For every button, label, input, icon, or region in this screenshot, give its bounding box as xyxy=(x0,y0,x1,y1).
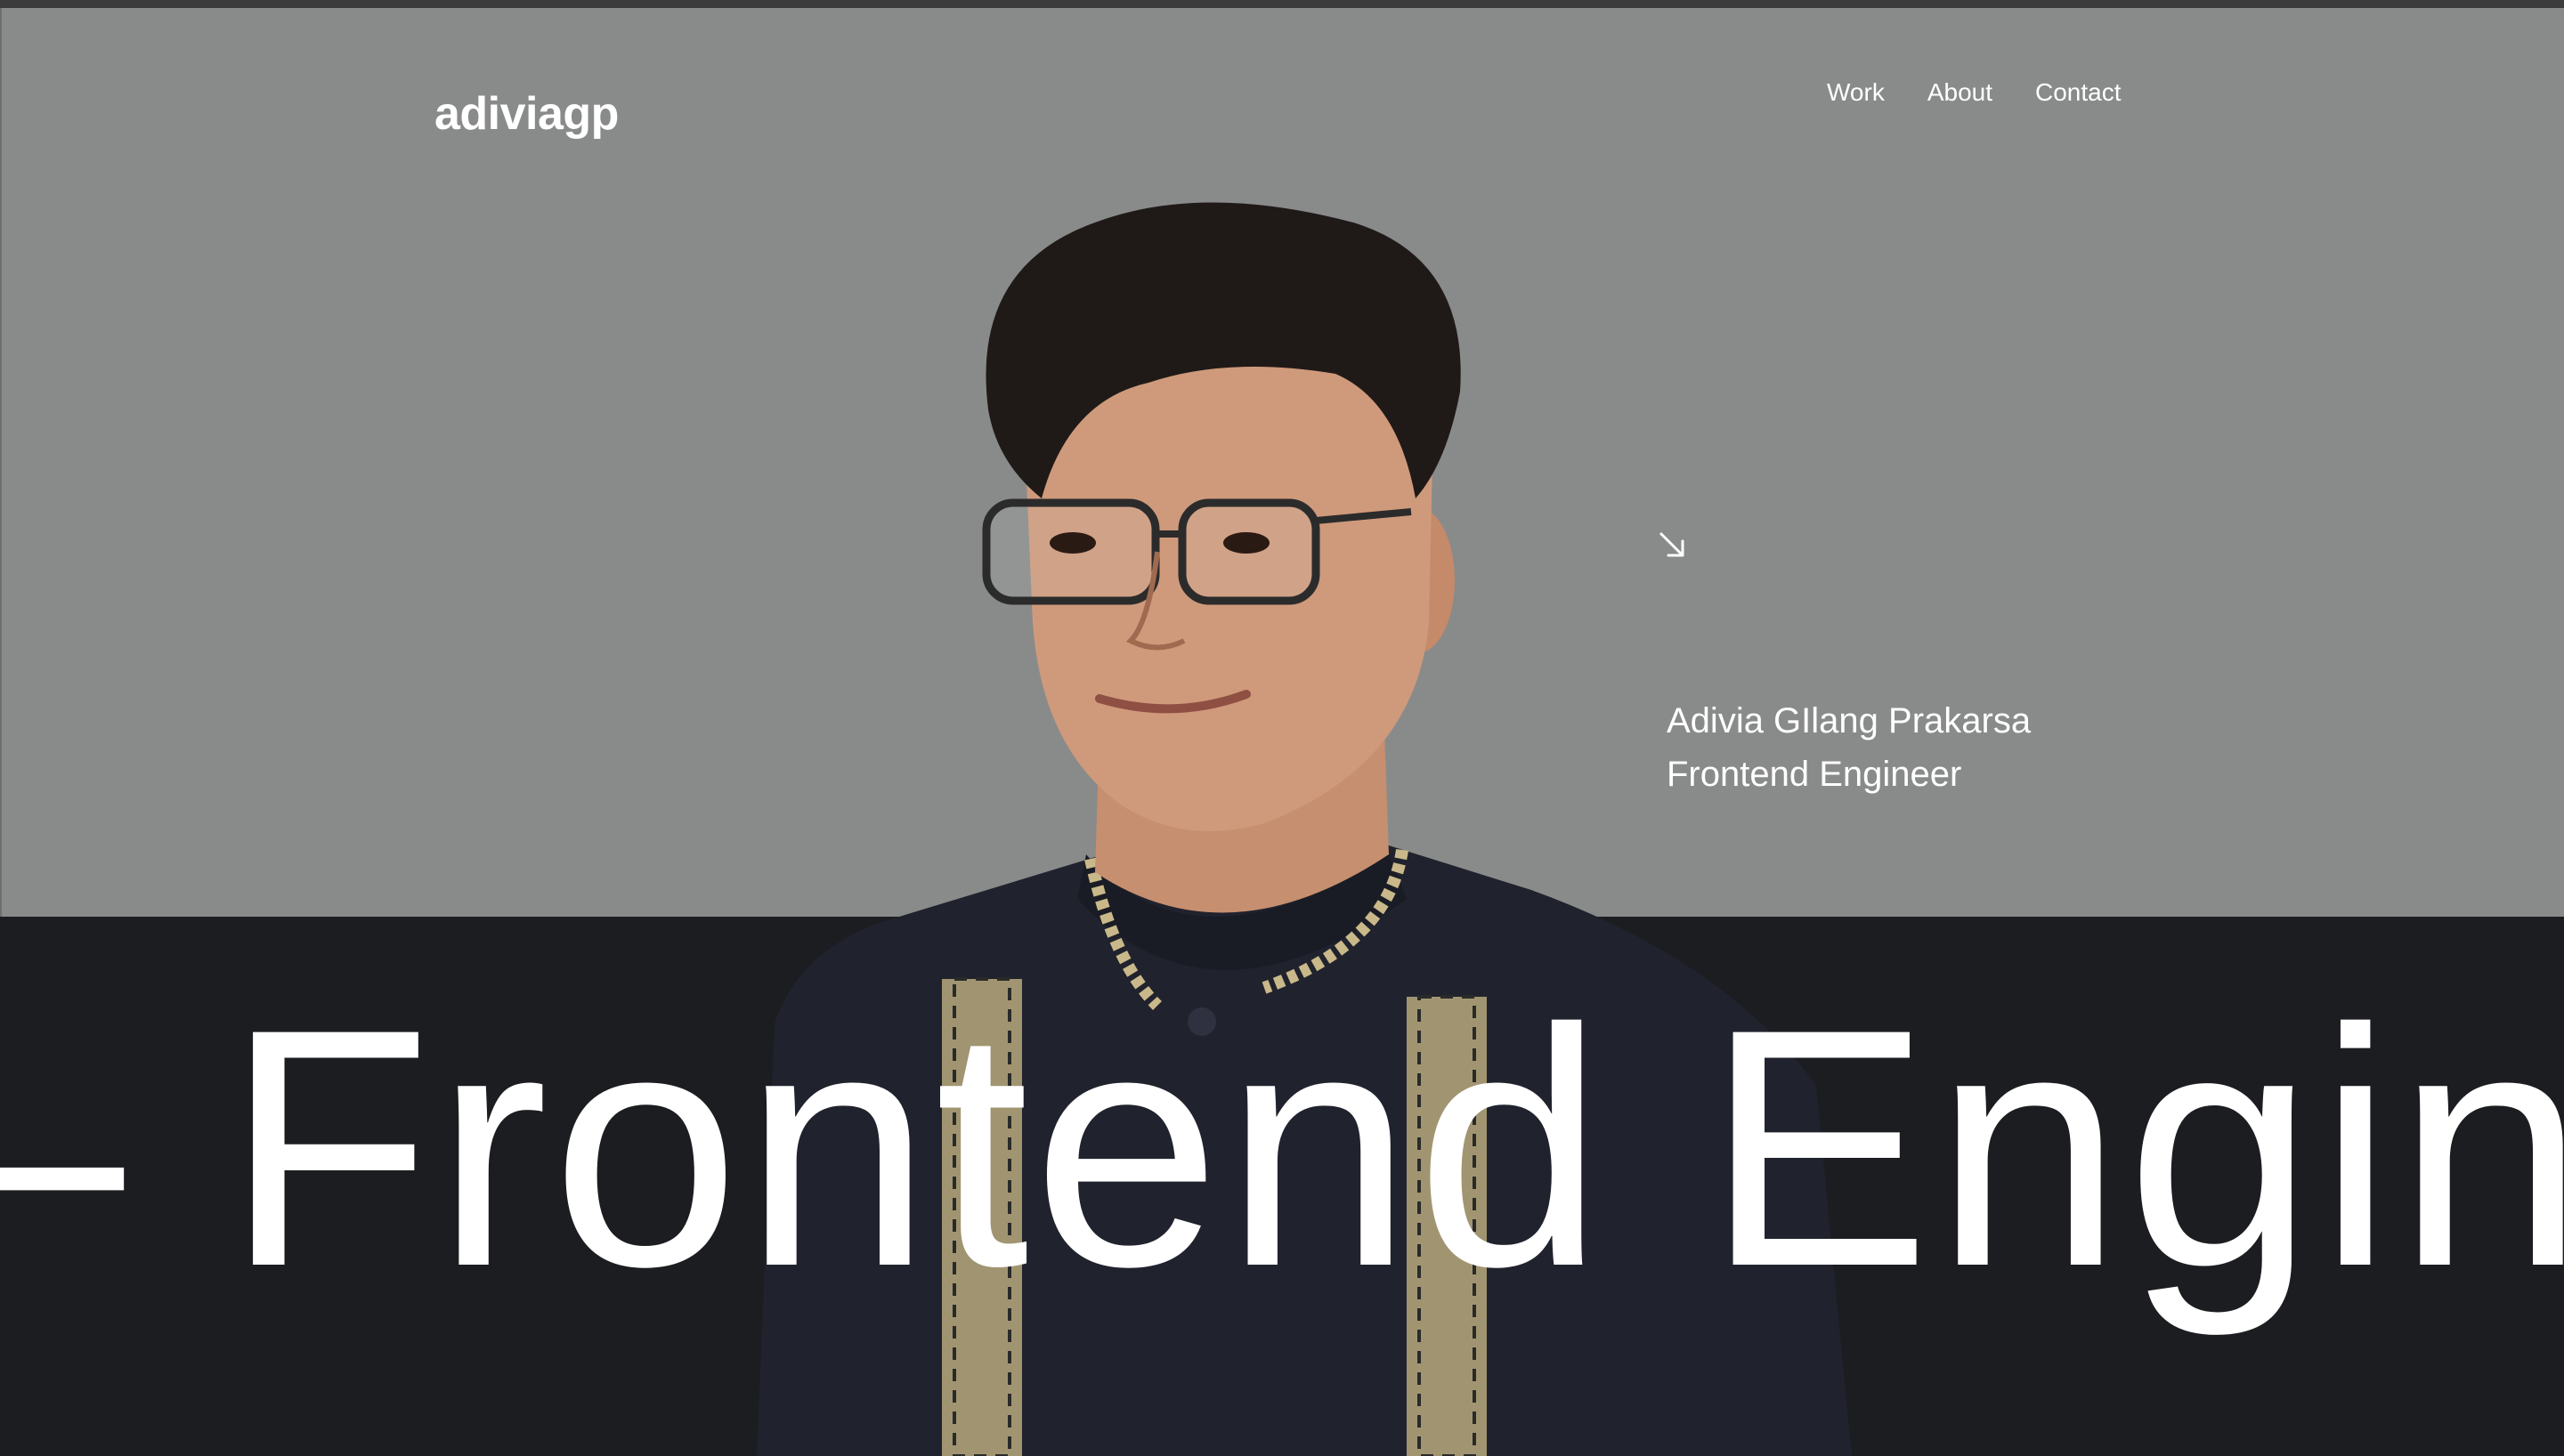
hero-marquee-text: – Frontend Engin xyxy=(0,959,2564,1337)
hero-name: Adivia GIlang Prakarsa xyxy=(1667,701,2032,740)
hero-intro: Adivia GIlang Prakarsa Frontend Engineer xyxy=(1667,694,2031,801)
nav-link-work[interactable]: Work xyxy=(1827,78,1885,107)
nav-link-contact[interactable]: Contact xyxy=(2035,78,2122,107)
arrow-down-right-icon xyxy=(1659,532,1684,557)
nav-link-about[interactable]: About xyxy=(1927,78,1992,107)
main-nav: Work About Contact xyxy=(1827,78,2122,107)
window-top-border xyxy=(0,0,2564,8)
site-logo[interactable]: adiviagp xyxy=(434,87,619,141)
hero-role: Frontend Engineer xyxy=(1667,755,1962,794)
